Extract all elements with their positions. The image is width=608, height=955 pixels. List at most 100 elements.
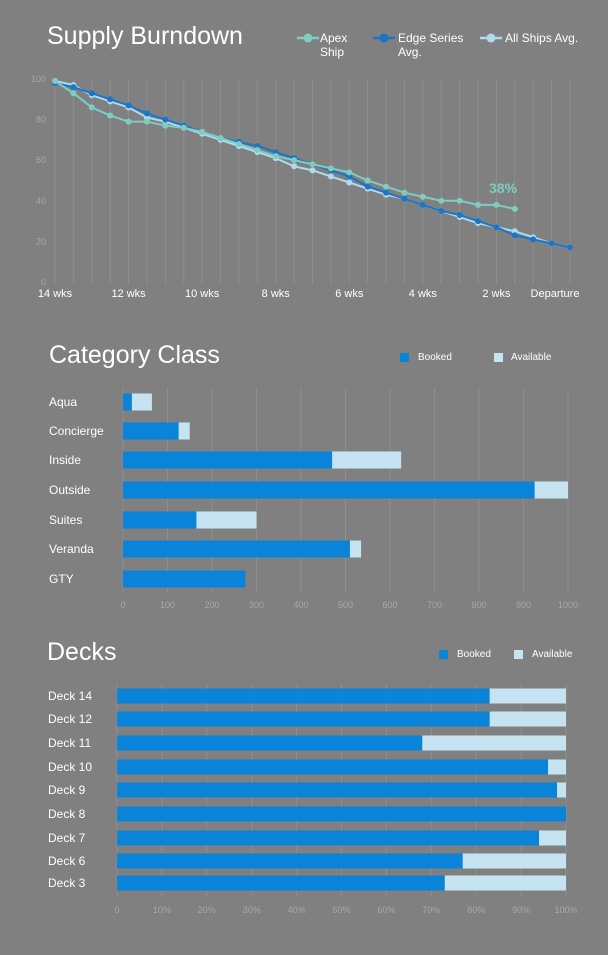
bar-available	[534, 481, 568, 499]
data-point	[291, 157, 298, 164]
legend-allships-label: All Ships Avg.	[505, 31, 578, 45]
data-point	[530, 236, 537, 243]
data-point	[180, 124, 187, 131]
data-point	[401, 189, 408, 196]
x-tick-label: 0	[114, 905, 119, 915]
data-point	[327, 165, 334, 172]
decks-chart: 0 10% 20% 30% 40% 50% 60% 70% 80% 90% 100% Deck 14 D…	[48, 684, 578, 915]
x-tick-label: 400	[293, 600, 308, 610]
x-tick-label: 100	[160, 600, 175, 610]
x-tick-label: 40%	[288, 905, 306, 915]
deck-label: Deck 9	[48, 783, 86, 797]
data-point	[475, 201, 482, 208]
x-tick-label: 6 wks	[335, 288, 364, 300]
y-tick-label: 0	[41, 277, 46, 287]
bar-booked	[123, 393, 132, 411]
data-point	[52, 78, 58, 85]
data-point	[70, 84, 77, 91]
data-point	[364, 183, 371, 190]
bar-available	[196, 511, 257, 529]
bar-booked	[123, 511, 197, 529]
data-point	[419, 193, 426, 200]
x-tick-label: 90%	[512, 905, 530, 915]
category-legend-booked-icon	[400, 353, 409, 362]
y-tick-label: 100	[31, 74, 46, 84]
category-legend-available-icon	[494, 353, 503, 362]
deck-label: Deck 6	[48, 854, 86, 868]
bar-available	[131, 393, 152, 411]
legend-apex-line1: Apex	[320, 31, 348, 45]
legend-apex-label: Apex Ship	[320, 31, 347, 59]
category-label: Suites	[49, 513, 82, 527]
bar-booked	[117, 782, 558, 798]
bar-available	[332, 451, 402, 469]
decks-title: Decks	[47, 638, 117, 666]
data-point	[309, 161, 316, 168]
x-tick-label: 800	[471, 600, 486, 610]
data-point	[125, 102, 132, 109]
bar-available	[489, 688, 566, 704]
bar-booked	[117, 830, 540, 846]
data-point	[143, 110, 150, 117]
data-point	[438, 207, 445, 214]
y-tick-label: 60	[36, 155, 46, 165]
bar-booked	[123, 422, 179, 440]
bar-booked	[123, 540, 350, 558]
category-legend-available-label: Available	[511, 352, 552, 363]
legend-edge-line2: Avg.	[398, 45, 422, 59]
data-point	[125, 118, 132, 125]
deck-label: Deck 3	[48, 876, 86, 890]
bar-available	[444, 875, 566, 891]
bar-available	[462, 853, 566, 869]
x-tick-label: 0	[120, 600, 125, 610]
data-point	[162, 122, 169, 129]
x-tick-label: 50%	[332, 905, 350, 915]
x-tick-label: Departure	[531, 288, 580, 300]
deck-label: Deck 8	[48, 807, 86, 821]
data-point	[107, 112, 114, 119]
data-point	[199, 128, 206, 135]
data-point	[383, 189, 390, 196]
bar-available	[557, 782, 566, 798]
decks-legend-available-label: Available	[532, 649, 573, 660]
data-point	[254, 147, 261, 154]
y-tick-label: 80	[36, 115, 46, 125]
data-point	[70, 90, 77, 97]
data-point	[419, 201, 426, 208]
deck-label: Deck 7	[48, 831, 86, 845]
data-point	[235, 140, 242, 147]
bar-booked	[117, 875, 445, 891]
data-point	[88, 90, 95, 97]
x-tick-label: 300	[249, 600, 264, 610]
x-tick-label: 700	[427, 600, 442, 610]
x-tick-label: 14 wks	[38, 288, 73, 300]
data-point	[346, 169, 353, 176]
x-tick-label: 900	[516, 600, 531, 610]
legend-apex-icon	[297, 33, 319, 43]
data-point	[272, 153, 279, 160]
x-tick-label: 12 wks	[111, 288, 146, 300]
x-tick-label: 10 wks	[185, 288, 220, 300]
legend-allships-icon	[480, 33, 502, 43]
x-tick-label: 1000	[558, 600, 578, 610]
category-label: Inside	[49, 453, 81, 467]
bar-booked	[117, 735, 423, 751]
bar-booked	[123, 570, 246, 588]
data-point	[438, 197, 445, 204]
decks-legend-available-icon	[514, 650, 523, 659]
deck-label: Deck 12	[48, 712, 92, 726]
data-point	[162, 116, 169, 123]
category-chart: 0 100 200 300 400 500 600 700 800 900 1000 Aqua Conc…	[49, 388, 578, 610]
bar-booked	[117, 688, 490, 704]
data-point	[456, 197, 463, 204]
category-legend-booked-label: Booked	[418, 352, 452, 363]
data-point	[475, 218, 482, 225]
data-point	[364, 177, 371, 184]
bar-booked	[117, 711, 490, 727]
category-label: Veranda	[49, 542, 94, 556]
bar-booked	[123, 451, 333, 469]
data-point	[309, 167, 316, 174]
decks-legend-booked-icon	[439, 650, 448, 659]
data-point	[401, 195, 408, 202]
data-point	[511, 205, 518, 212]
